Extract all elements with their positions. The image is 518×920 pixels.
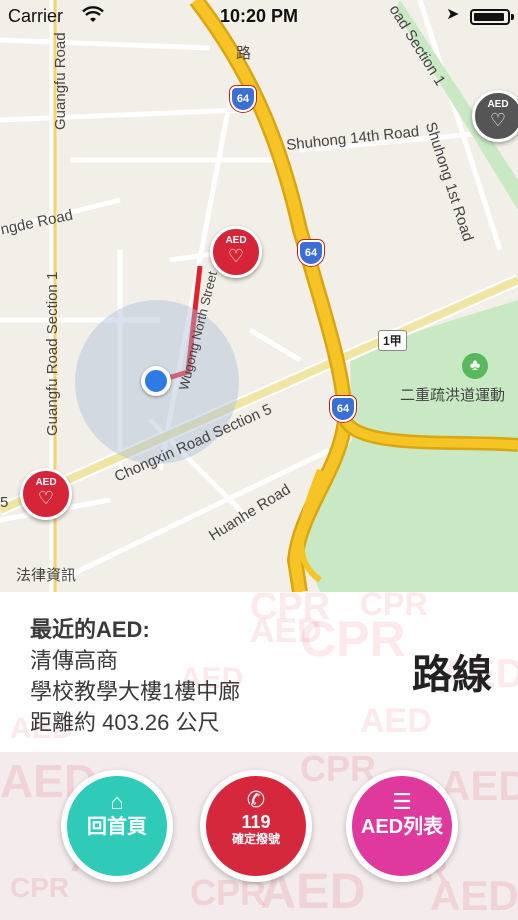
aed-map-pin[interactable]: AED ♡ [210, 226, 262, 278]
nearest-aed-panel: CPR AED CPR CPR AED AED AED AED 最近的AED: … [0, 586, 518, 752]
aed-pin-label: AED [487, 99, 509, 110]
location-arrow-icon: ➤ [446, 6, 460, 23]
aed-pin-label: AED [35, 477, 57, 488]
phone-icon: ✆ [246, 787, 266, 812]
park-label: 二重疏洪道運動 [400, 387, 506, 404]
battery-tip [511, 14, 514, 20]
aed-map-pin[interactable]: AED ♡ [20, 468, 72, 520]
aed-pin-label: AED [225, 235, 247, 246]
call-button-label: 119 [241, 812, 271, 832]
aed-info: 最近的AED: 清傳高商 學校教學大樓1樓中廊 距離約 403.26 公尺 [30, 614, 240, 738]
street-label: 5 [0, 494, 9, 511]
current-location-dot [141, 366, 171, 396]
clock: 10:20 PM [219, 6, 299, 26]
aed-heart-icon: ♡ [227, 246, 245, 266]
aed-heart-icon: ♡ [37, 488, 55, 508]
home-icon: ⌂ [110, 789, 124, 814]
street-label: 路 [236, 45, 252, 62]
home-button[interactable]: ⌂ 回首頁 [61, 770, 173, 882]
aed-map-pin[interactable]: AED ♡ [472, 90, 518, 142]
aed-list-button[interactable]: ☰ AED列表 [346, 770, 458, 882]
bottom-action-bar: AED AED CPR CPR AED AED AED CPR CPR ⌂ 回首… [0, 752, 518, 920]
call-119-button[interactable]: ✆ 119 確定撥號 [200, 770, 312, 882]
highway-shield: 64 [298, 240, 324, 266]
highway-shield: 64 [230, 86, 256, 112]
aed-distance: 距離約 403.26 公尺 [30, 710, 220, 735]
aed-heart-icon: ♡ [489, 110, 507, 130]
status-bar: Carrier 10:20 PM ➤ [0, 0, 518, 34]
nearest-aed-title: 最近的AED: [30, 617, 150, 642]
call-button-sublabel: 確定撥號 [231, 832, 280, 846]
map-view[interactable]: Guangfu Road Guangfu Road Section 1 ngde… [0, 0, 518, 592]
aed-location: 學校教學大樓1樓中廊 [30, 679, 241, 704]
aed-list-button-label: AED列表 [360, 816, 444, 838]
street-label: Guangfu Road Section 1 [44, 271, 61, 436]
home-button-label: 回首頁 [87, 816, 147, 838]
street-label: Guangfu Road [52, 32, 69, 130]
list-icon: ☰ [392, 789, 412, 814]
route-button[interactable]: 路線 [392, 636, 512, 706]
aed-place-name: 清傳高商 [30, 648, 119, 673]
highway-shield: 64 [330, 396, 356, 422]
route-badge: 1甲 [378, 330, 407, 351]
tree-icon: ♣ [462, 353, 488, 379]
battery-icon [470, 9, 510, 25]
street-label: 法律資訊 [16, 567, 77, 584]
